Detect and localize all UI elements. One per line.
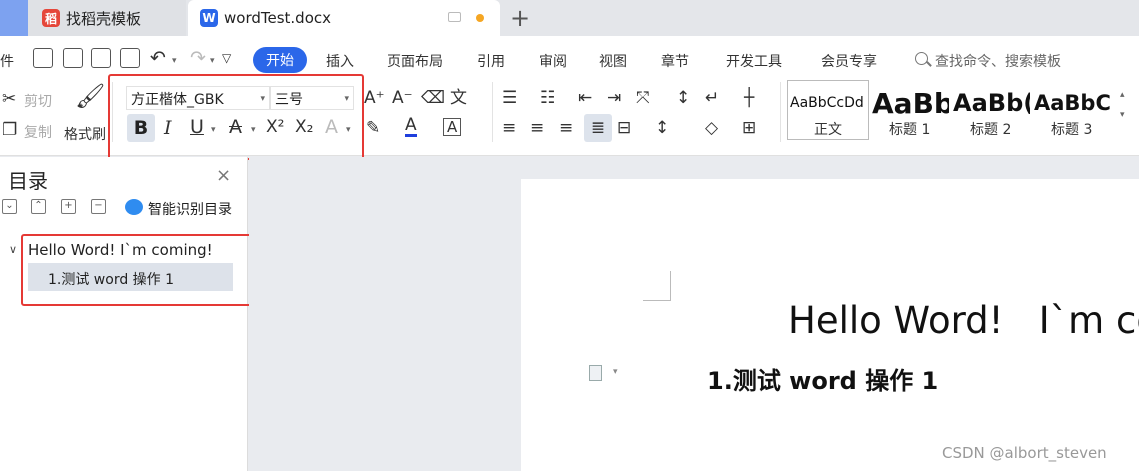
- paragraph-layout-dropdown-icon[interactable]: ▾: [613, 367, 618, 377]
- numbered-list-icon[interactable]: ☷: [540, 88, 555, 108]
- search-icon[interactable]: [915, 52, 928, 65]
- styles-scroll-down-icon[interactable]: ▾: [1120, 110, 1125, 120]
- nav-title: 目录: [8, 169, 48, 193]
- home-tab-edge[interactable]: [0, 0, 28, 36]
- style-sample: AaBbCcDd: [790, 95, 864, 111]
- font-color-button[interactable]: A: [405, 117, 417, 137]
- menu-sections[interactable]: 章节: [661, 51, 689, 71]
- line-break-icon[interactable]: ↵: [705, 88, 719, 108]
- menu-page-layout[interactable]: 页面布局: [387, 51, 443, 71]
- outline-highlight-box: [21, 234, 263, 306]
- redo-icon[interactable]: ↷: [190, 48, 206, 68]
- style-heading-2[interactable]: AaBb( 标题 2: [951, 80, 1031, 140]
- smart-toc-icon[interactable]: [125, 199, 143, 215]
- shading-icon[interactable]: ◇: [705, 118, 718, 138]
- navigation-pane: 目录 × ⌄ ⌃ + − 智能识别目录 ∨ Hello Word! I`m co…: [0, 157, 263, 471]
- style-name: 标题 2: [970, 122, 1012, 138]
- style-heading-1[interactable]: AaBb 标题 1: [870, 80, 950, 140]
- page-margin-mark: [643, 271, 671, 301]
- new-tab-button[interactable]: +: [510, 4, 530, 32]
- increase-indent-icon[interactable]: ⇥: [607, 88, 621, 108]
- doc-heading-1[interactable]: Hello Word! I`m co: [788, 299, 1139, 342]
- align-right-icon[interactable]: ≡: [559, 118, 573, 138]
- close-icon[interactable]: ×: [216, 165, 231, 186]
- remove-heading-icon[interactable]: −: [91, 199, 106, 214]
- document-canvas: Hello Word! I`m co ▾ 1.测试 word 操作 1: [249, 157, 1139, 471]
- save-icon[interactable]: [33, 48, 53, 68]
- copy-icon[interactable]: ❐: [2, 120, 17, 140]
- copy-button[interactable]: 复制: [24, 122, 52, 142]
- char-border-icon[interactable]: A: [443, 118, 462, 136]
- divider: [780, 82, 781, 142]
- menu-references[interactable]: 引用: [477, 51, 505, 71]
- phonetic-guide-icon[interactable]: 文: [450, 88, 467, 108]
- text-direction-icon[interactable]: ⤧: [636, 88, 650, 108]
- docer-logo-icon: 稻: [42, 9, 60, 27]
- style-heading-3[interactable]: AaBbC 标题 3: [1032, 80, 1112, 140]
- style-name: 标题 1: [889, 122, 931, 138]
- scissors-icon[interactable]: ✂: [2, 89, 16, 109]
- menu-developer[interactable]: 开发工具: [726, 51, 782, 71]
- line-spacing-icon[interactable]: ↕: [655, 118, 669, 138]
- unsaved-dot-icon: [476, 14, 484, 22]
- style-sample: AaBbC: [1034, 91, 1111, 115]
- grow-font-icon[interactable]: A⁺: [364, 88, 385, 108]
- style-name: 正文: [814, 122, 842, 138]
- menu-review[interactable]: 审阅: [539, 51, 567, 71]
- style-name: 标题 3: [1051, 122, 1093, 138]
- tab-bar: 稻 找稻壳模板 W wordTest.docx +: [0, 0, 1139, 36]
- shrink-font-icon[interactable]: A⁻: [392, 88, 413, 108]
- menu-insert[interactable]: 插入: [326, 51, 354, 71]
- menu-file-partial[interactable]: 件: [0, 51, 14, 71]
- format-painter-button[interactable]: 格式刷: [64, 124, 106, 144]
- align-left-icon[interactable]: ≡: [502, 118, 516, 138]
- justify-icon[interactable]: ≣: [584, 114, 612, 142]
- distribute-icon[interactable]: ⊟: [617, 118, 631, 138]
- undo-dropdown-icon[interactable]: ▾: [172, 56, 177, 66]
- add-heading-icon[interactable]: +: [61, 199, 76, 214]
- bullet-list-icon[interactable]: ☰: [502, 88, 517, 108]
- format-painter-icon[interactable]: 🖌: [75, 84, 105, 108]
- tab-template-label: 找稻壳模板: [66, 9, 142, 28]
- expand-up-icon[interactable]: ⌃: [31, 199, 46, 214]
- csdn-watermark: CSDN @albort_steven: [942, 444, 1107, 462]
- smart-toc-button[interactable]: 智能识别目录: [148, 199, 232, 219]
- chevron-down-icon[interactable]: ∨: [9, 243, 17, 256]
- align-center-icon[interactable]: ≡: [530, 118, 544, 138]
- paragraph-layout-icon[interactable]: [589, 365, 602, 381]
- export-pdf-icon[interactable]: [63, 48, 83, 68]
- menu-start[interactable]: 开始: [253, 47, 307, 73]
- style-sample: AaBb(: [953, 89, 1031, 117]
- tab-document-label: wordTest.docx: [224, 9, 331, 27]
- highlight-icon[interactable]: ✎: [366, 118, 380, 138]
- collapse-all-icon[interactable]: ⌄: [2, 199, 17, 214]
- style-normal[interactable]: AaBbCcDd 正文: [787, 80, 869, 140]
- decrease-indent-icon[interactable]: ⇤: [578, 88, 592, 108]
- styles-scroll-up-icon[interactable]: ▴: [1120, 90, 1125, 100]
- tab-stops-icon[interactable]: ┼: [744, 88, 754, 108]
- undo-icon[interactable]: ↶: [150, 48, 166, 68]
- tab-template-store[interactable]: 稻 找稻壳模板: [28, 0, 186, 36]
- sort-icon[interactable]: ↕: [676, 88, 690, 108]
- monitor-icon[interactable]: [448, 12, 461, 22]
- document-page[interactable]: Hello Word! I`m co ▾ 1.测试 word 操作 1: [521, 179, 1139, 471]
- more-quick-access-icon[interactable]: ▽: [222, 48, 231, 68]
- word-doc-icon: W: [200, 9, 218, 27]
- borders-icon[interactable]: ⊞: [742, 118, 756, 138]
- print-icon[interactable]: [91, 48, 111, 68]
- clear-format-icon[interactable]: ⌫: [421, 88, 445, 108]
- print-preview-icon[interactable]: [120, 48, 140, 68]
- menu-membership[interactable]: 会员专享: [821, 51, 877, 71]
- search-command-input[interactable]: 查找命令、搜索模板: [935, 51, 1061, 71]
- divider: [492, 82, 493, 142]
- style-sample: AaBb: [872, 87, 950, 120]
- cut-button[interactable]: 剪切: [24, 91, 52, 111]
- font-highlight-box: [108, 74, 364, 160]
- menu-view[interactable]: 视图: [599, 51, 627, 71]
- doc-heading-2[interactable]: 1.测试 word 操作 1: [707, 361, 938, 396]
- redo-dropdown-icon[interactable]: ▾: [210, 56, 215, 66]
